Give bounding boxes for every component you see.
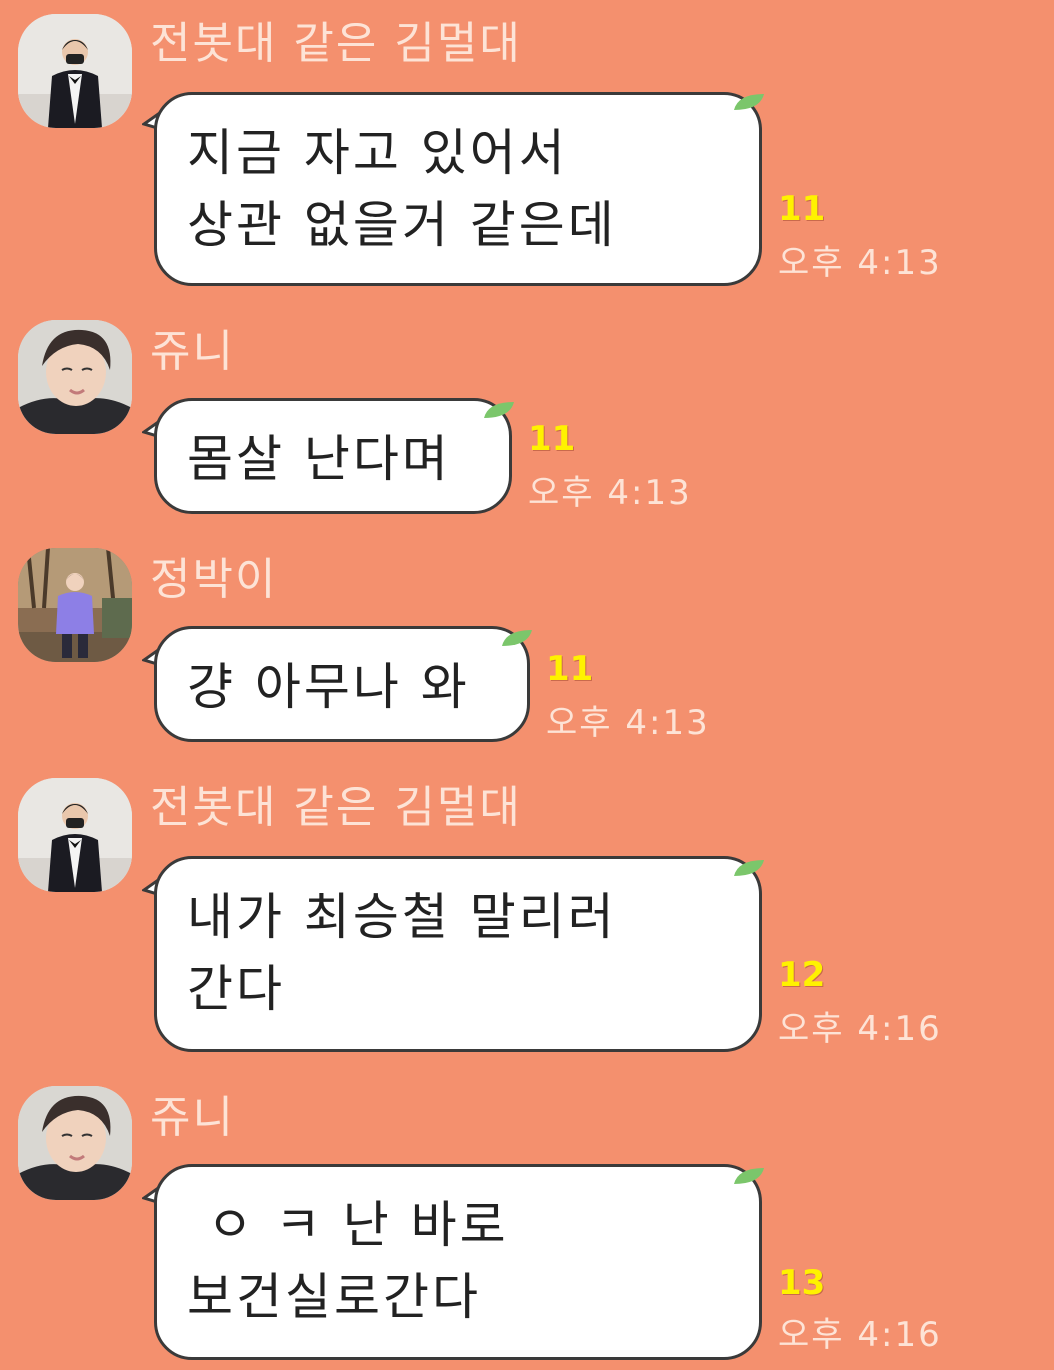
avatar-man-selfie-icon xyxy=(18,1086,132,1200)
leaf-icon xyxy=(734,860,764,876)
leaf-icon xyxy=(734,94,764,110)
unread-count: 12 xyxy=(778,955,826,995)
message-line: 걍 아무나 와 xyxy=(187,658,470,716)
leaf-icon xyxy=(734,1168,764,1184)
message-time: 오후 4:16 xyxy=(778,1315,942,1355)
avatar[interactable] xyxy=(18,320,132,434)
avatar[interactable] xyxy=(18,1086,132,1200)
message-line: 보건실로간다 xyxy=(187,1268,481,1326)
sender-name: 전봇대 같은 김멀대 xyxy=(150,18,522,69)
sender-name: 전봇대 같은 김멀대 xyxy=(150,782,522,833)
message-line: 몸살 난다며 xyxy=(187,430,451,488)
unread-count: 13 xyxy=(778,1263,826,1303)
message-bubble[interactable]: 몸살 난다며 xyxy=(154,398,512,514)
message-line: 지금 자고 있어서 xyxy=(187,124,568,182)
message-bubble[interactable]: 내가 최승철 말리러 간다 xyxy=(154,856,762,1052)
message-bubble[interactable]: 지금 자고 있어서 상관 없을거 같은데 xyxy=(154,92,762,286)
unread-count: 11 xyxy=(778,189,826,229)
avatar[interactable] xyxy=(18,548,132,662)
message-time: 오후 4:13 xyxy=(528,473,692,513)
sender-name: 정박이 xyxy=(150,554,278,605)
message-bubble[interactable]: 걍 아무나 와 xyxy=(154,626,530,742)
sender-name: 쥬니 xyxy=(150,326,235,377)
message-line: 상관 없을거 같은데 xyxy=(187,196,617,254)
avatar-man-selfie-icon xyxy=(18,320,132,434)
avatar[interactable] xyxy=(18,778,132,892)
message-time: 오후 4:13 xyxy=(546,703,710,743)
leaf-icon xyxy=(484,402,514,418)
avatar[interactable] xyxy=(18,14,132,128)
unread-count: 11 xyxy=(546,649,594,689)
unread-count: 11 xyxy=(528,419,576,459)
message-bubble[interactable]: ㅇ ㅋ 난 바로 보건실로간다 xyxy=(154,1164,762,1360)
message-line: 내가 최승철 말리러 xyxy=(187,888,617,946)
message-time: 오후 4:16 xyxy=(778,1009,942,1049)
avatar-man-in-tuxedo-icon xyxy=(18,14,132,128)
avatar-man-purple-sweater-icon xyxy=(18,548,132,662)
message-time: 오후 4:13 xyxy=(778,243,942,283)
leaf-icon xyxy=(502,630,532,646)
sender-name: 쥬니 xyxy=(150,1092,235,1143)
message-line: 간다 xyxy=(187,960,285,1018)
message-line: ㅇ ㅋ 난 바로 xyxy=(207,1196,509,1254)
avatar-man-in-tuxedo-icon xyxy=(18,778,132,892)
